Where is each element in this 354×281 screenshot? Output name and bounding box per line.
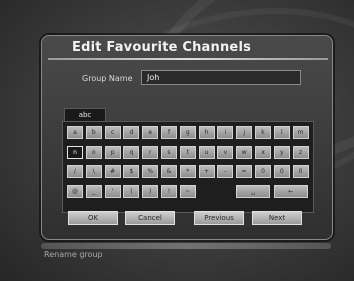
group-name-label: Group Name	[82, 74, 133, 83]
key-@[interactable]: @	[67, 184, 83, 198]
key-h[interactable]: h	[198, 126, 215, 139]
key-*[interactable]: *	[179, 165, 196, 178]
key-i[interactable]: i	[217, 126, 234, 139]
key--[interactable]: -	[217, 165, 234, 178]
title-divider	[48, 58, 328, 60]
key-'[interactable]: '	[104, 184, 121, 198]
cancel-button[interactable]: Cancel	[125, 211, 175, 225]
key-=[interactable]: =	[236, 165, 253, 178]
space-key[interactable]: ␣	[236, 184, 271, 198]
key-c[interactable]: c	[104, 126, 121, 139]
key-u[interactable]: u	[198, 145, 215, 159]
key-slash[interactable]: /	[67, 165, 83, 178]
status-hint: Rename group	[44, 250, 103, 259]
keyboard-mode-tab[interactable]: abc	[64, 108, 106, 121]
key-m[interactable]: m	[292, 126, 309, 139]
previous-button[interactable]: Previous	[194, 211, 244, 225]
key-+[interactable]: +	[198, 165, 215, 178]
dialog-title: Edit Favourite Channels	[72, 40, 252, 55]
key-d[interactable]: d	[123, 126, 140, 139]
key-z[interactable]: z	[292, 145, 309, 159]
group-name-input[interactable]: Joh	[141, 70, 301, 85]
footer-divider	[41, 243, 331, 249]
backspace-key[interactable]: ←	[273, 184, 308, 198]
key-backslash[interactable]: \	[85, 165, 102, 178]
key-j[interactable]: j	[236, 126, 253, 139]
key-g[interactable]: g	[179, 126, 196, 139]
key-$[interactable]: $	[123, 165, 140, 178]
edit-favourites-dialog: Edit Favourite Channels Group Name Joh a…	[41, 35, 333, 240]
key-s[interactable]: s	[161, 145, 177, 159]
next-button[interactable]: Next	[252, 211, 302, 225]
key-0[interactable]: 0	[255, 165, 271, 178]
key-t[interactable]: t	[179, 145, 196, 159]
key-~[interactable]: ~	[179, 184, 196, 198]
key-r[interactable]: r	[142, 145, 159, 159]
key-0[interactable]: 0	[273, 165, 290, 178]
key-![interactable]: !	[161, 184, 177, 198]
key-w[interactable]: w	[236, 145, 253, 159]
key-0[interactable]: 0	[292, 165, 309, 178]
key-e[interactable]: e	[142, 126, 159, 139]
key-y[interactable]: y	[273, 145, 290, 159]
key-x[interactable]: x	[255, 145, 271, 159]
key-n[interactable]: n	[67, 145, 83, 159]
key-_[interactable]: _	[85, 184, 102, 198]
key-a[interactable]: a	[67, 126, 83, 139]
key-l[interactable]: l	[273, 126, 290, 139]
tv-screen: Edit Favourite Channels Group Name Joh a…	[0, 0, 354, 281]
key-k[interactable]: k	[255, 126, 271, 139]
key-f[interactable]: f	[161, 126, 177, 139]
ok-button[interactable]: OK	[68, 211, 118, 225]
key-p[interactable]: p	[104, 145, 121, 159]
key-)[interactable]: )	[142, 184, 159, 198]
key-&[interactable]: &	[161, 165, 177, 178]
key-([interactable]: (	[123, 184, 140, 198]
key-#[interactable]: #	[104, 165, 121, 178]
key-o[interactable]: o	[85, 145, 102, 159]
key-%[interactable]: %	[142, 165, 159, 178]
key-v[interactable]: v	[217, 145, 234, 159]
key-q[interactable]: q	[123, 145, 140, 159]
key-b[interactable]: b	[85, 126, 102, 139]
